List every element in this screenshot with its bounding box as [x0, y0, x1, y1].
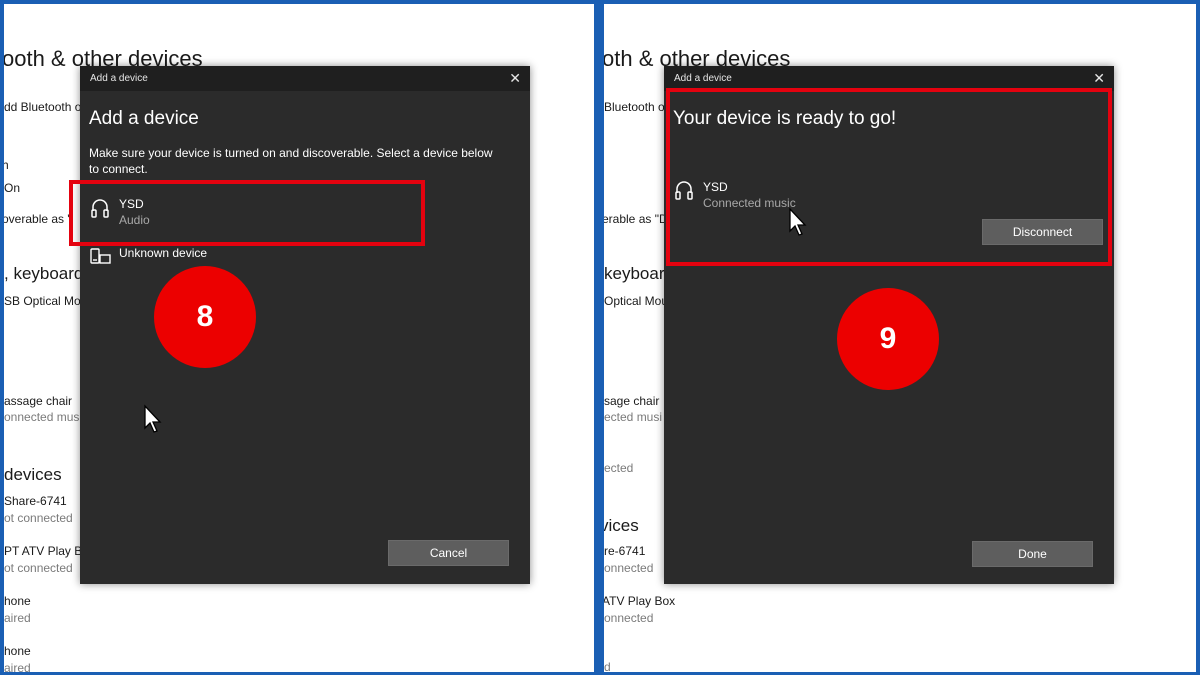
- list-item[interactable]: Optical Mou: [604, 294, 668, 308]
- done-button[interactable]: Done: [972, 541, 1093, 567]
- bluetooth-toggle-state: On: [4, 181, 21, 195]
- list-item-status: ected musi: [604, 410, 663, 424]
- step-number-badge: 8: [154, 266, 256, 368]
- add-device-dialog: Add a device ✕ Add a device Make sure yo…: [80, 66, 530, 584]
- dialog-description: Make sure your device is turned on and d…: [89, 146, 493, 176]
- list-item-status: onnected: [604, 611, 654, 625]
- left-screenshot-panel: ooth & other devices dd Bluetooth o h On…: [4, 4, 594, 672]
- mouse-keyboard-heading: , keyboard: [4, 264, 84, 283]
- highlight-box: [666, 88, 1112, 266]
- close-icon[interactable]: ✕: [509, 70, 521, 86]
- other-devices-heading: vices: [604, 516, 639, 535]
- list-item-status: ected: [604, 461, 634, 475]
- unknown-device-icon: [90, 248, 111, 264]
- list-item-status: aired: [4, 661, 31, 672]
- highlight-box: [69, 180, 425, 246]
- list-item[interactable]: sage chair: [604, 394, 659, 408]
- discoverable-text: overable as ": [4, 212, 72, 226]
- dialog-heading: Add a device: [89, 108, 199, 129]
- close-icon[interactable]: ✕: [1093, 70, 1105, 86]
- list-item-status: onnected musi: [4, 410, 83, 424]
- list-item-status: ot connected: [4, 511, 73, 525]
- list-item[interactable]: SB Optical Mou: [4, 294, 87, 308]
- cancel-button[interactable]: Cancel: [388, 540, 509, 566]
- bluetooth-label: h: [4, 158, 9, 172]
- list-item[interactable]: hone: [4, 594, 31, 608]
- dialog-window-title: Add a device: [90, 73, 148, 84]
- list-item[interactable]: assage chair: [4, 394, 72, 408]
- panel-divider: [596, 0, 602, 675]
- list-item[interactable]: re-6741: [604, 544, 645, 558]
- other-devices-heading: devices: [4, 465, 62, 484]
- step-number-badge: 9: [837, 288, 939, 390]
- mouse-cursor-icon: [789, 207, 807, 236]
- right-screenshot-panel: oth & other devices Bluetooth o erable a…: [604, 4, 1196, 672]
- list-item-status: aired: [4, 611, 31, 625]
- list-item[interactable]: ATV Play Box: [604, 594, 675, 608]
- list-item-status: ot connected: [4, 561, 73, 575]
- list-item[interactable]: hone: [4, 644, 31, 658]
- list-item[interactable]: Share-6741: [4, 494, 67, 508]
- mouse-cursor-icon: [144, 404, 162, 433]
- device-name: Unknown device: [119, 246, 208, 260]
- dialog-window-title: Add a device: [674, 73, 732, 84]
- add-bluetooth-link[interactable]: dd Bluetooth o: [4, 100, 81, 114]
- add-bluetooth-link[interactable]: Bluetooth o: [604, 100, 665, 114]
- list-item-status: onnected: [604, 561, 654, 575]
- dialog-titlebar: Add a device ✕: [80, 66, 530, 91]
- list-item-status: d: [604, 660, 611, 672]
